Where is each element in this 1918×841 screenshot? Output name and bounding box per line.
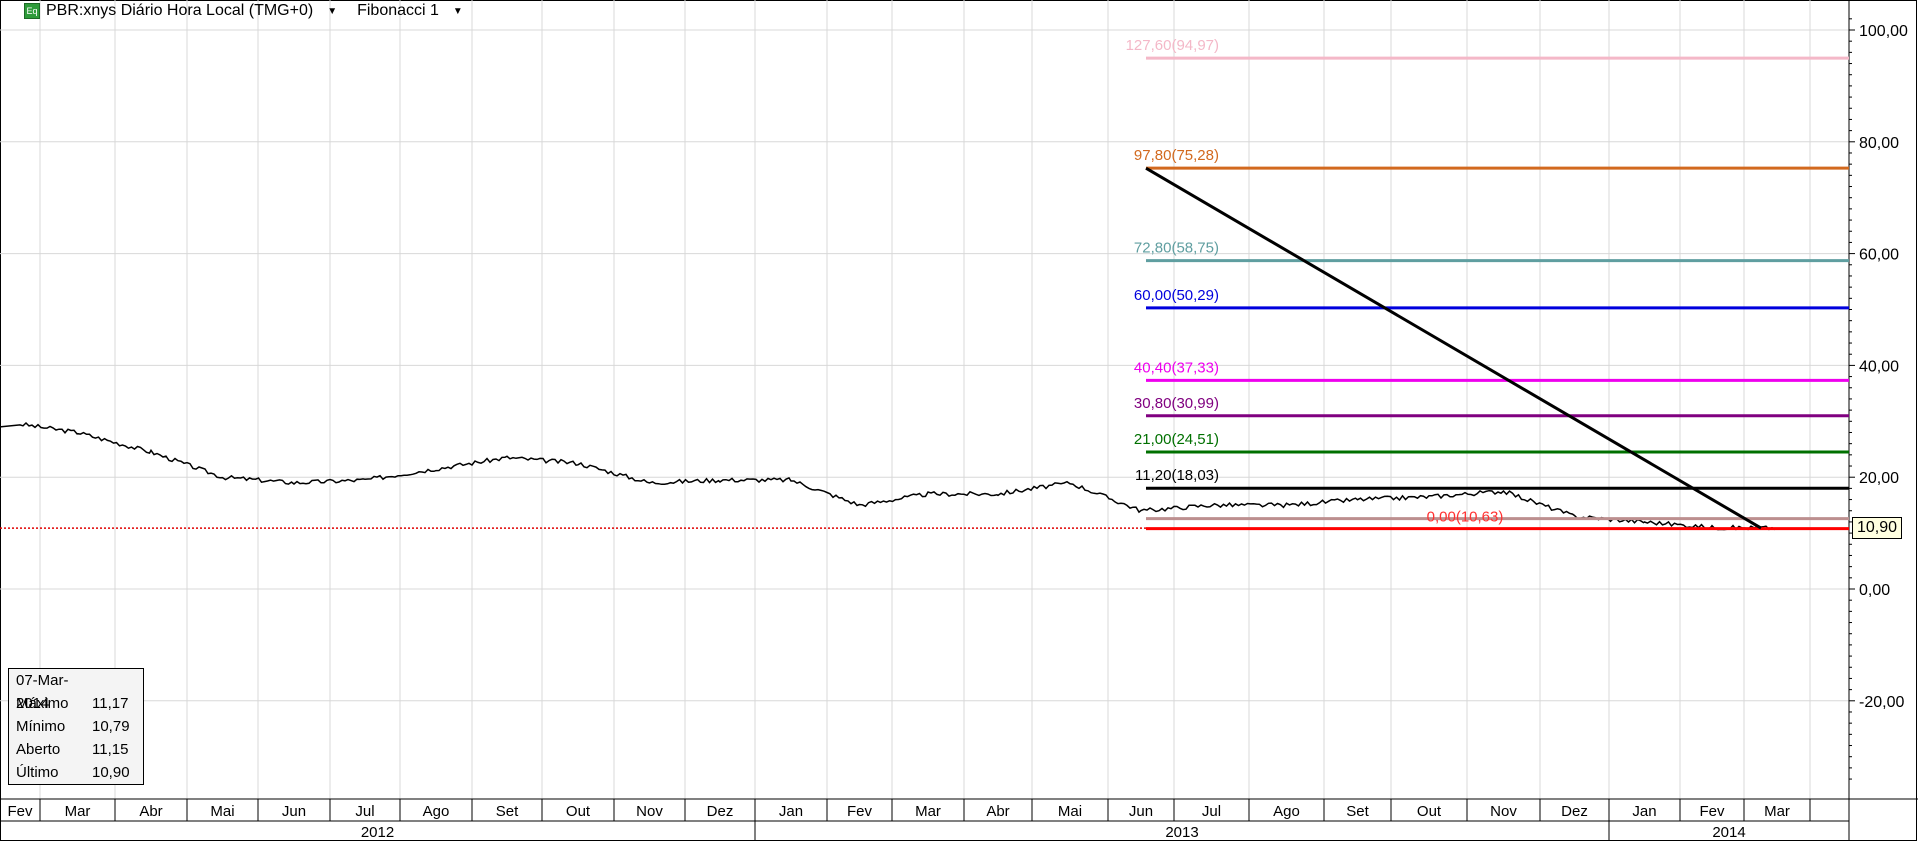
y-tick-label: 60,00: [1859, 247, 1899, 264]
y-tick-label: 40,00: [1859, 358, 1899, 375]
month-label: Jul: [1202, 803, 1221, 820]
month-label: Out: [566, 803, 591, 820]
month-label: Set: [496, 803, 519, 820]
month-label: Fev: [1699, 803, 1725, 820]
fib-level-label: 30,80(30,99): [1134, 395, 1219, 412]
info-value: 10,79: [92, 718, 130, 735]
chevron-down-icon[interactable]: ▼: [453, 6, 463, 17]
month-label: Fev: [847, 803, 873, 820]
fib-level-label: 72,80(58,75): [1134, 240, 1219, 257]
month-label: Nov: [1490, 803, 1517, 820]
info-label: Máximo: [16, 695, 69, 712]
year-label: 2014: [1712, 824, 1745, 841]
y-tick-label: 100,00: [1859, 23, 1908, 40]
month-label: Dez: [1561, 803, 1588, 820]
chart-header: Eq PBR:xnys Diário Hora Local (TMG+0) ▼ …: [24, 2, 477, 20]
month-label: Dez: [707, 803, 734, 820]
month-label: Abr: [139, 803, 162, 820]
month-label: Nov: [636, 803, 663, 820]
month-label: Jul: [355, 803, 374, 820]
chart-frame: [0, 0, 1917, 841]
info-label: Último: [16, 764, 59, 781]
month-label: Jun: [282, 803, 306, 820]
y-tick-label: 80,00: [1859, 135, 1899, 152]
fib-level-label: 127,60(94,97): [1126, 37, 1219, 54]
y-tick-label: 20,00: [1859, 470, 1899, 487]
month-label: Mai: [210, 803, 234, 820]
year-label: 2013: [1165, 824, 1198, 841]
chevron-down-icon[interactable]: ▼: [327, 6, 337, 17]
info-date: 07-Mar-2014: [16, 672, 69, 712]
y-tick-label: 0,00: [1859, 582, 1890, 599]
price-series: [0, 421, 1776, 531]
y-tick-label: -20,00: [1859, 694, 1904, 711]
month-label: Mar: [65, 803, 91, 820]
year-label: 2012: [361, 824, 394, 841]
data-window: 07-Mar-2014 Máximo 11,17 Mínimo 10,79 Aber…: [8, 668, 144, 785]
fib-level-label: 97,80(75,28): [1134, 147, 1219, 164]
fib-level-label: 60,00(50,29): [1134, 287, 1219, 304]
month-label: Abr: [986, 803, 1009, 820]
info-label: Aberto: [16, 741, 61, 758]
month-label: Jun: [1129, 803, 1153, 820]
info-value: 10,90: [92, 764, 130, 781]
month-label: Mar: [1764, 803, 1790, 820]
month-label: Jan: [1632, 803, 1656, 820]
month-label: Set: [1346, 803, 1369, 820]
study-name[interactable]: Fibonacci 1: [357, 2, 439, 20]
month-label: Out: [1417, 803, 1442, 820]
fib-level-label: 11,20(18,03): [1135, 467, 1219, 484]
info-value: 11,15: [92, 741, 129, 758]
month-label: Mar: [915, 803, 941, 820]
month-label: Ago: [1273, 803, 1300, 820]
month-label: Ago: [423, 803, 450, 820]
last-price-label: 10,90: [1852, 517, 1903, 539]
month-label: Jan: [779, 803, 803, 820]
fib-level-label: 0,00(10,63): [1427, 509, 1504, 526]
equity-icon: Eq: [24, 3, 40, 19]
price-chart[interactable]: 100,00 80,00 60,00 40,00 20,00 0,00 -20,00 Fev M…: [0, 0, 1918, 841]
fib-level-label: 21,00(24,51): [1134, 431, 1219, 448]
chart-title: PBR:xnys Diário Hora Local (TMG+0): [46, 2, 314, 19]
fib-level-label: 40,40(37,33): [1134, 359, 1219, 376]
month-label: Mai: [1058, 803, 1082, 820]
fibonacci-trend-line: [1145, 166, 1762, 530]
info-value: 11,17: [92, 695, 129, 712]
month-label: Fev: [7, 803, 33, 820]
info-label: Mínimo: [16, 718, 66, 735]
